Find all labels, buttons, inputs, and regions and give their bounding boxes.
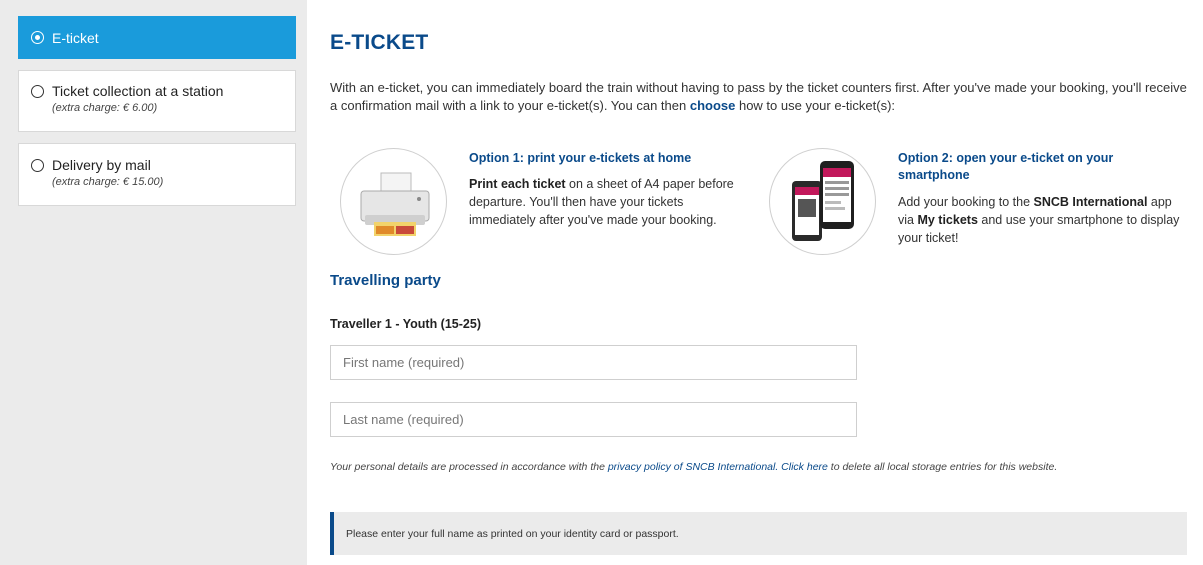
privacy-text: to delete all local storage entries for …: [827, 461, 1058, 473]
privacy-policy-link[interactable]: privacy policy of SNCB International.: [608, 461, 778, 473]
printer-icon: [340, 148, 447, 255]
option1-text: Print each ticket on a sheet of A4 paper…: [469, 175, 737, 229]
delivery-sidebar: E-ticket Ticket collection at a station …: [0, 0, 307, 565]
option2-menu-name: My tickets: [917, 213, 978, 227]
notice-text: Please enter your full name as printed o…: [346, 527, 679, 540]
clear-storage-link[interactable]: Click here: [778, 461, 828, 473]
option-label: Delivery by mail: [52, 157, 151, 173]
intro-part: how to use your e-ticket(s):: [735, 98, 896, 113]
intro-emphasis: choose: [689, 98, 736, 113]
radio-selected-icon[interactable]: [31, 31, 44, 44]
first-name-input[interactable]: [330, 345, 857, 380]
privacy-text: Your personal details are processed in a…: [330, 461, 608, 473]
page-title: E-TICKET: [330, 31, 429, 54]
option-label: Ticket collection at a station: [52, 83, 224, 99]
option-mail-delivery[interactable]: Delivery by mail (extra charge: € 15.00): [18, 143, 296, 206]
option2-text: Add your booking to the SNCB Internation…: [898, 193, 1183, 247]
option2-app-name: SNCB International: [1033, 195, 1148, 209]
option2-body: Add your booking to the: [898, 195, 1034, 209]
option-e-ticket[interactable]: E-ticket: [18, 16, 296, 59]
last-name-input[interactable]: [330, 402, 857, 437]
radio-icon[interactable]: [31, 84, 44, 98]
option-label: E-ticket: [52, 29, 99, 46]
option1-title: Option 1: print your e-tickets at home: [469, 151, 692, 165]
name-info-notice: Please enter your full name as printed o…: [330, 512, 1187, 555]
option-extra-charge: (extra charge: € 15.00): [52, 176, 164, 188]
intro-text: With an e-ticket, you can immediately bo…: [330, 79, 1190, 115]
option2-title: Option 2: open your e-ticket on your sma…: [898, 151, 1114, 182]
option1-emphasis: Print each ticket: [469, 177, 566, 191]
e-ticket-panel: E-TICKET With an e-ticket, you can immed…: [308, 0, 1203, 565]
smartphone-icon: [769, 148, 876, 255]
traveller-label: Traveller 1 - Youth (15-25): [330, 317, 481, 331]
option-station-collection[interactable]: Ticket collection at a station (extra ch…: [18, 70, 296, 132]
privacy-notice: Your personal details are processed in a…: [330, 459, 1180, 475]
travelling-party-heading: Travelling party: [330, 272, 441, 289]
option-extra-charge: (extra charge: € 6.00): [52, 102, 158, 114]
radio-icon[interactable]: [31, 158, 44, 172]
